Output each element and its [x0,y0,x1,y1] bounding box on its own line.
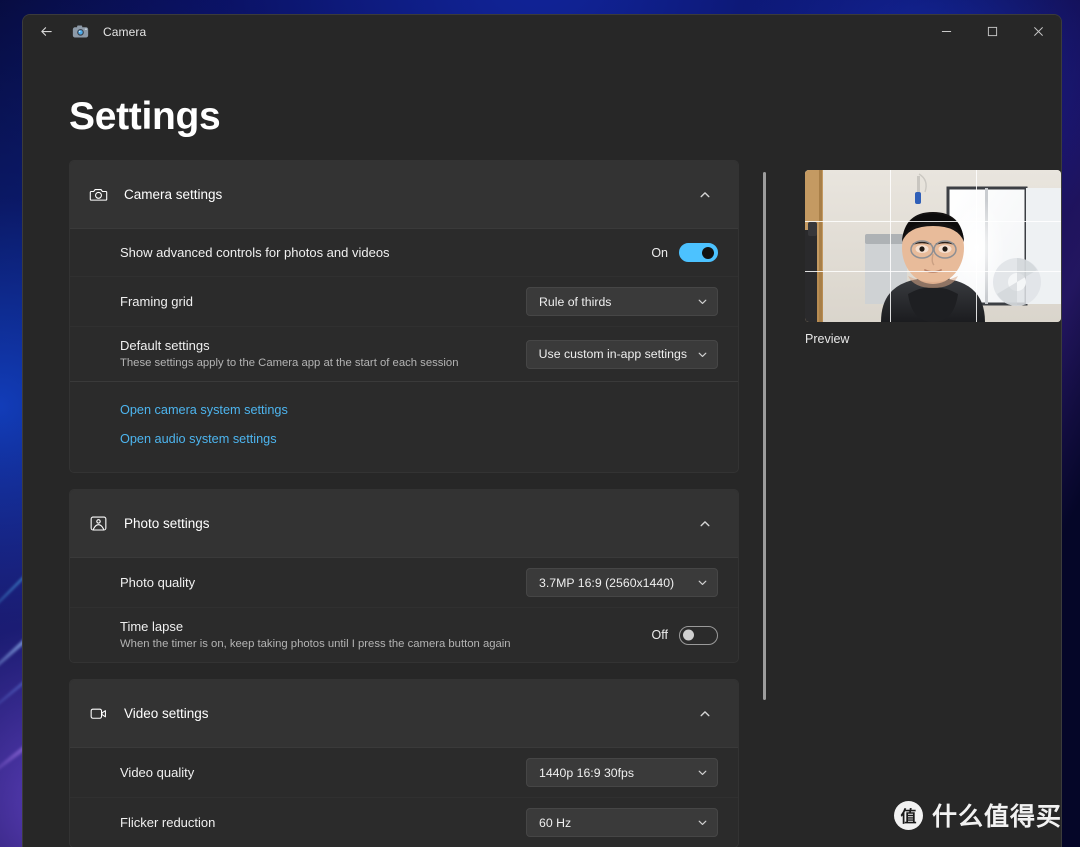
dropdown-value: 3.7MP 16:9 (2560x1440) [539,575,675,590]
toggle-switch[interactable] [679,243,718,262]
chevron-up-icon[interactable] [692,511,718,537]
preview-video-feed [805,170,1061,322]
row-flicker-reduction[interactable]: Flicker reduction 60 Hz [70,797,738,847]
row-title: Framing grid [120,294,193,309]
row-title: Show advanced controls for photos and vi… [120,245,390,260]
settings-column: Camera settings Show advanced controls f… [69,160,769,847]
settings-scroll-area[interactable]: Camera settings Show advanced controls f… [69,160,751,847]
watermark-text: 什么值得买 [931,802,1062,831]
row-time-lapse[interactable]: Time lapse When the timer is on, keep ta… [70,607,738,662]
toggle-knob [702,246,714,259]
grid-line-horizontal [805,220,1061,222]
window-controls [923,15,1061,48]
dropdown-flicker-reduction[interactable]: 60 Hz [526,808,718,837]
maximize-button[interactable] [969,15,1015,48]
row-title: Time lapse [120,619,184,634]
dropdown-framing-grid[interactable]: Rule of thirds [526,287,718,316]
dropdown-value: 60 Hz [539,815,572,830]
video-icon [88,704,108,724]
camera-app-icon [71,23,89,41]
close-button[interactable] [1015,15,1061,48]
toggle-state-label: On [651,245,668,260]
toggle-switch[interactable] [679,625,718,645]
dropdown-value: 1440p 16:9 30fps [539,765,635,780]
scrollbar-thumb[interactable] [763,172,766,700]
row-title: Default settings [120,338,210,353]
preview-label: Preview [805,332,850,346]
camera-app-window: Camera Settings Camera settings Show adv… [22,14,1062,847]
link-open-audio-system-settings[interactable]: Open audio system settings [120,425,718,454]
row-title: Flicker reduction [120,815,216,830]
window-title: Camera [103,24,147,39]
minimize-button[interactable] [923,15,969,48]
row-photo-quality[interactable]: Photo quality 3.7MP 16:9 (2560x1440) [70,557,738,607]
grid-line-vertical [890,170,892,322]
row-default-settings[interactable]: Default settings These settings apply to… [70,326,738,381]
row-framing-grid[interactable]: Framing grid Rule of thirds [70,276,738,326]
dropdown-default-settings[interactable]: Use custom in-app settings [525,339,718,369]
section-camera-settings: Camera settings Show advanced controls f… [69,160,739,473]
content-area: Camera settings Show advanced controls f… [23,160,1061,847]
section-photo-settings: Photo settings Photo quality 3.7MP 16:9 … [69,489,739,663]
chevron-up-icon[interactable] [692,701,718,727]
toggle-time-lapse[interactable]: Off [651,625,718,645]
row-title: Video quality [120,765,195,780]
chevron-down-icon [697,296,708,307]
chevron-down-icon [697,349,708,360]
section-video-settings: Video settings Video quality 1440p 16:9 … [69,679,739,847]
section-header-video-settings[interactable]: Video settings [70,680,738,747]
section-label: Photo settings [124,516,210,531]
toggle-show-advanced-controls[interactable]: On [651,243,718,262]
dropdown-photo-quality[interactable]: 3.7MP 16:9 (2560x1440) [526,568,718,597]
camera-settings-links: Open camera system settings Open audio s… [70,381,738,472]
chevron-down-icon [697,817,708,828]
row-description: When the timer is on, keep taking photos… [120,638,511,650]
row-description: These settings apply to the Camera app a… [120,357,459,369]
settings-page: Settings Camera settings Show advanced c… [23,48,1061,847]
toggle-knob [683,629,694,641]
dropdown-video-quality[interactable]: 1440p 16:9 30fps [526,758,718,787]
section-header-photo-settings[interactable]: Photo settings [70,490,738,557]
camera-icon [88,185,108,205]
grid-line-horizontal [805,271,1061,273]
chevron-down-icon [697,577,708,588]
link-open-camera-system-settings[interactable]: Open camera system settings [120,396,718,425]
back-arrow-icon[interactable] [29,18,63,46]
section-label: Video settings [124,706,209,721]
watermark: 值 什么值得买 [893,797,1062,833]
preview-column: Preview [805,160,1061,847]
page-title: Settings [69,95,221,138]
photo-icon [88,514,108,534]
dropdown-value: Use custom in-app settings [538,347,687,361]
section-label: Camera settings [124,187,223,202]
grid-line-vertical [975,170,977,322]
row-title: Photo quality [120,575,196,590]
toggle-state-label: Off [651,628,668,642]
section-header-camera-settings[interactable]: Camera settings [70,161,738,228]
camera-preview [805,170,1061,322]
scrollbar-track[interactable] [763,172,766,700]
watermark-logo: 值 [893,800,923,830]
row-show-advanced-controls[interactable]: Show advanced controls for photos and vi… [70,228,738,276]
chevron-down-icon [697,767,708,778]
row-video-quality[interactable]: Video quality 1440p 16:9 30fps [70,747,738,797]
chevron-up-icon[interactable] [692,182,718,208]
dropdown-value: Rule of thirds [539,294,612,309]
titlebar: Camera [23,15,1061,48]
